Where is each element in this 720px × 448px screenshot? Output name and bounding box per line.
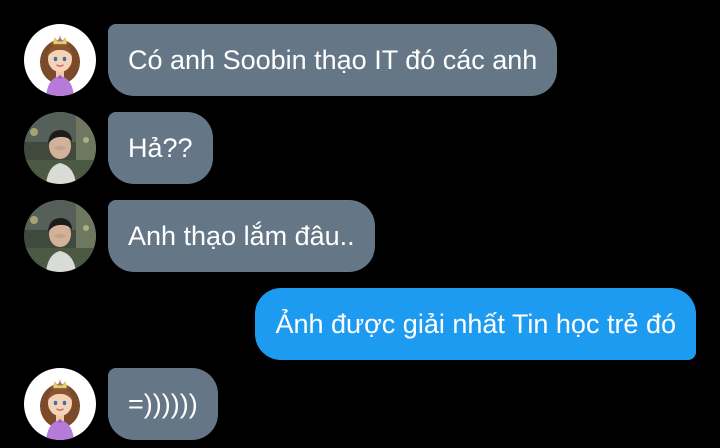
message-text: Anh thạo lắm đâu.. <box>128 221 355 251</box>
incoming-message-bubble[interactable]: =)))))) <box>108 368 218 440</box>
princess-avatar-icon[interactable] <box>24 368 96 440</box>
message-text: Có anh Soobin thạo IT đó các anh <box>128 45 538 75</box>
incoming-message-bubble[interactable]: Anh thạo lắm đâu.. <box>108 200 375 272</box>
man-photo-avatar-icon[interactable] <box>24 112 96 184</box>
message-text: =)))))) <box>128 389 198 419</box>
incoming-message-bubble[interactable]: Có anh Soobin thạo IT đó các anh <box>108 24 558 96</box>
incoming-message-bubble[interactable]: Hả?? <box>108 112 213 184</box>
princess-avatar-icon[interactable] <box>24 24 96 96</box>
outgoing-message-bubble[interactable]: Ảnh được giải nhất Tin học trẻ đó <box>255 288 696 360</box>
message-text: Hả?? <box>128 133 193 163</box>
message-text: Ảnh được giải nhất Tin học trẻ đó <box>275 309 676 339</box>
man-photo-avatar-icon[interactable] <box>24 200 96 272</box>
